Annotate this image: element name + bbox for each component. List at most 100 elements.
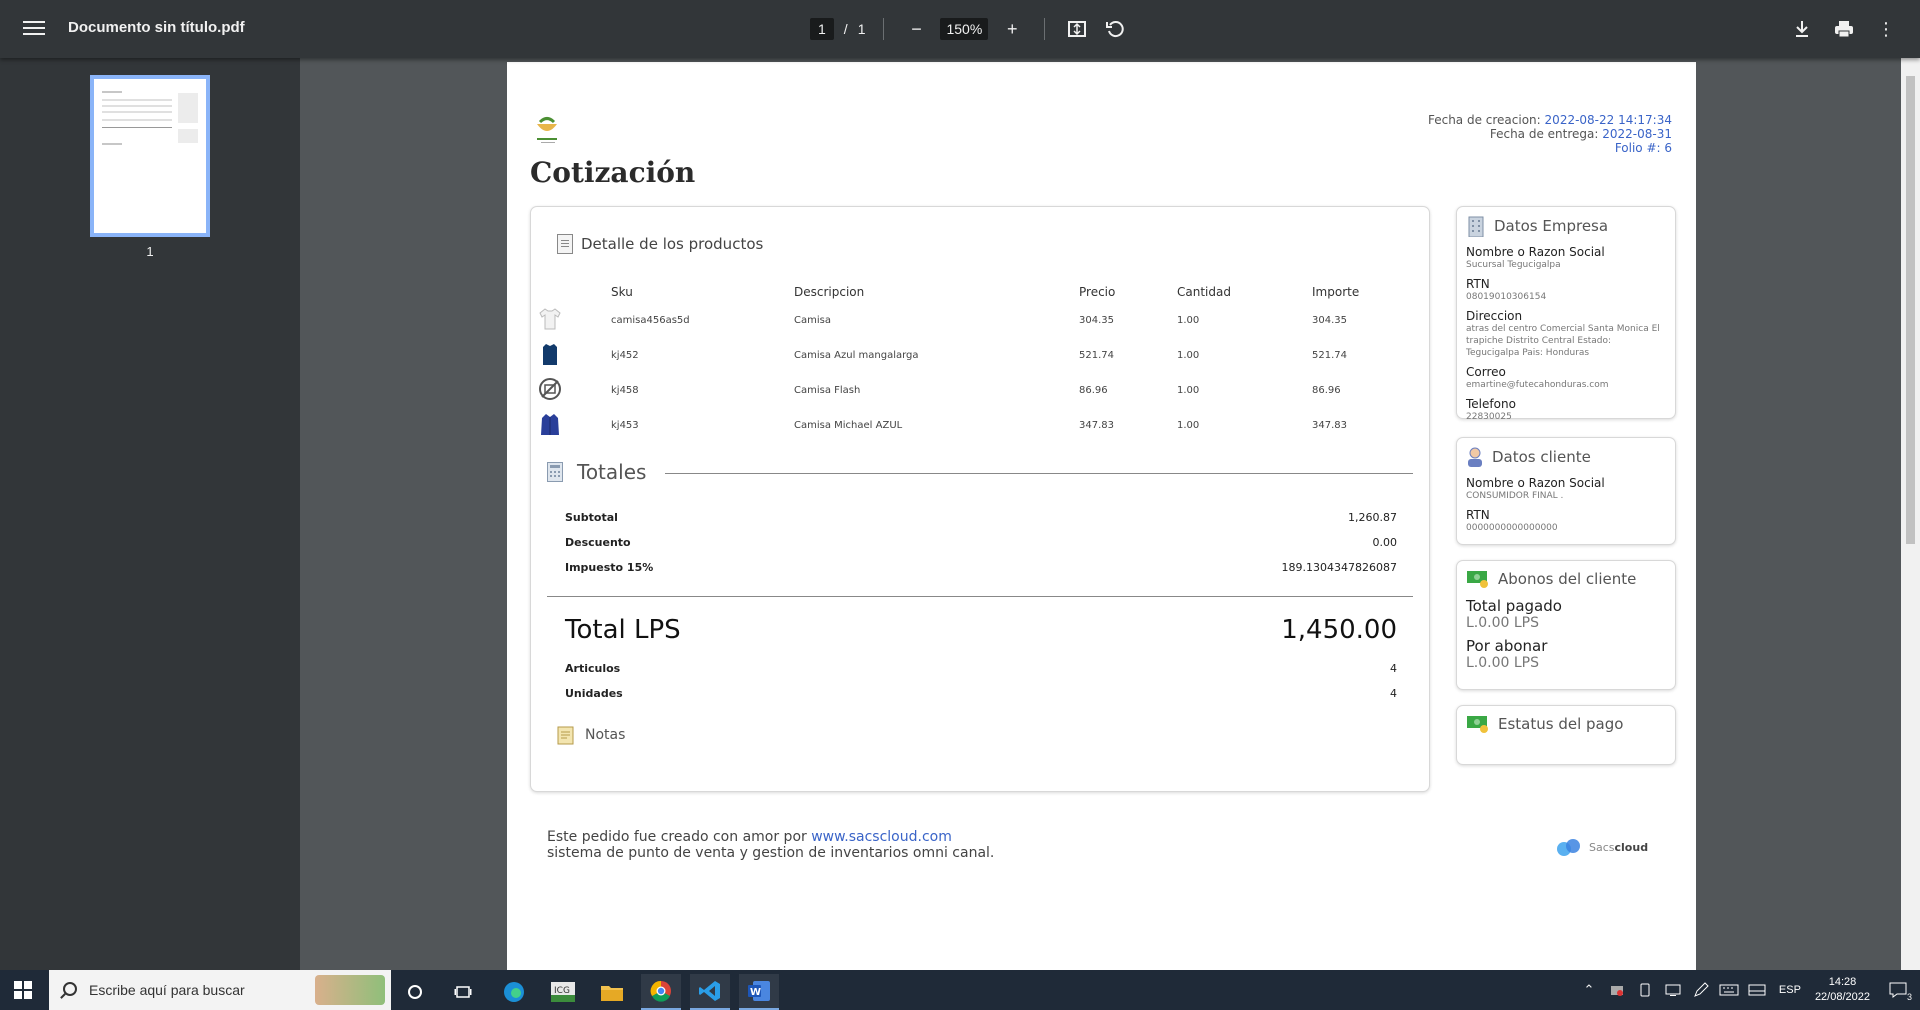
tax-value: 189.1304347826087: [1281, 561, 1397, 574]
building-icon: [1468, 216, 1484, 237]
fit-page-icon[interactable]: [1063, 16, 1091, 42]
totals-heading-text: Totales: [577, 460, 647, 484]
page-total: 1: [857, 21, 866, 37]
scrollbar-thumb[interactable]: [1906, 76, 1915, 544]
column-header: Descripcion: [794, 285, 865, 299]
clock[interactable]: 14:28 22/08/2022: [1815, 975, 1870, 1005]
toolbar-divider: [883, 18, 885, 40]
price-cell: 86.96: [1079, 385, 1108, 396]
cortana-icon[interactable]: [395, 974, 435, 1010]
money-icon: [1467, 716, 1488, 733]
company-email-label: Correo: [1466, 365, 1506, 379]
table-row: kj452 Camisa Azul mangalarga 521.74 1.00…: [531, 338, 1421, 373]
download-icon[interactable]: [1788, 16, 1816, 42]
language-indicator[interactable]: ESP: [1779, 984, 1801, 996]
thumbnail-sidebar: 1: [0, 58, 300, 970]
touch-keyboard-icon[interactable]: [1743, 977, 1771, 1003]
task-view-icon[interactable]: [443, 974, 483, 1010]
user-icon: [1468, 447, 1482, 467]
units-value: 4: [1390, 687, 1397, 700]
amount-cell: 304.35: [1312, 315, 1347, 326]
units-row: Unidades 4: [565, 687, 1397, 700]
price-cell: 347.83: [1079, 420, 1114, 431]
app-icon-icg[interactable]: ICG: [543, 974, 583, 1010]
footer-link[interactable]: www.sacscloud.com: [811, 829, 952, 845]
created-label: Fecha de creacion:: [1427, 113, 1541, 127]
page-thumbnail[interactable]: [90, 75, 210, 237]
windows-start-icon[interactable]: [14, 981, 32, 999]
device-icon[interactable]: [1631, 977, 1659, 1003]
no-image-icon: [539, 378, 561, 400]
company-logo: [537, 117, 557, 143]
brand-part-a: Sacs: [1589, 840, 1615, 854]
sku-cell: kj453: [611, 420, 639, 431]
company-phone: 22830025: [1466, 412, 1512, 422]
units-label: Unidades: [565, 687, 623, 700]
keyboard-icon[interactable]: [1715, 977, 1743, 1003]
document-title: Cotización: [530, 156, 696, 189]
notes-heading-text: Notas: [585, 727, 626, 743]
pending-label: Por abonar: [1466, 637, 1548, 655]
word-icon[interactable]: W: [739, 974, 779, 1010]
paid-label: Total pagado: [1466, 597, 1562, 615]
products-card: Detalle de los productos Sku Descripcion…: [530, 206, 1430, 792]
calculator-icon: [547, 462, 563, 482]
svg-text:W: W: [750, 987, 761, 998]
rotate-icon[interactable]: [1101, 16, 1129, 42]
toolbar-divider: [1044, 18, 1046, 40]
payments-heading: Abonos del cliente: [1466, 569, 1675, 589]
vertical-scrollbar[interactable]: [1901, 58, 1920, 970]
cloud-icon: [1557, 839, 1580, 856]
folio: Folio #: 6: [1614, 141, 1672, 155]
search-placeholder: Escribe aquí para buscar: [89, 982, 245, 998]
quantity-cell: 1.00: [1177, 385, 1200, 396]
svg-text:ICG: ICG: [554, 986, 570, 996]
totals-divider: [665, 473, 1413, 474]
shield-icon[interactable]: [1603, 977, 1631, 1003]
quantity-cell: 1.00: [1177, 350, 1200, 361]
subtotal-label: Subtotal: [565, 511, 618, 524]
notifications-icon[interactable]: 3: [1884, 977, 1912, 1003]
chevron-up-icon[interactable]: ⌃: [1575, 977, 1603, 1003]
company-card: Datos Empresa Nombre o Razon Social Sucu…: [1456, 206, 1676, 422]
display-icon[interactable]: [1659, 977, 1687, 1003]
toolbar-actions: ⋮: [1788, 16, 1900, 42]
sacscloud-logo: Sacscloud: [1555, 837, 1648, 857]
notepad-icon: [557, 726, 574, 745]
discount-value: 0.00: [1372, 536, 1398, 549]
taskbar-search[interactable]: Escribe aquí para buscar: [49, 970, 391, 1010]
pdf-toolbar: Documento sin título.pdf 1 / 1 − 150% + …: [0, 0, 1920, 58]
total-label: Total LPS: [565, 615, 681, 645]
zoom-input[interactable]: 150%: [940, 18, 989, 40]
file-explorer-icon[interactable]: [592, 974, 632, 1010]
client-name-label: Nombre o Razon Social: [1466, 476, 1605, 490]
subtotal-row: Subtotal 1,260.87: [565, 511, 1397, 524]
pen-icon[interactable]: [1687, 977, 1715, 1003]
print-icon[interactable]: [1830, 16, 1858, 42]
notes-heading: Notas: [557, 725, 625, 745]
edge-icon[interactable]: [494, 974, 534, 1010]
zoom-in-icon[interactable]: +: [998, 16, 1026, 42]
footer-text: Este pedido fue creado con amor por www.…: [547, 829, 994, 861]
page-input[interactable]: 1: [810, 18, 834, 40]
payments-card: Abonos del cliente Total pagado L.0.00 L…: [1456, 560, 1676, 690]
company-heading: Datos Empresa: [1466, 215, 1675, 237]
quantity-cell: 1.00: [1177, 315, 1200, 326]
column-header: Cantidad: [1177, 285, 1231, 299]
menu-icon[interactable]: [20, 17, 48, 41]
delivery-label: Fecha de entrega:: [1489, 127, 1599, 141]
more-options-icon[interactable]: ⋮: [1872, 16, 1900, 42]
vscode-icon[interactable]: [690, 974, 730, 1010]
total-row: Total LPS 1,450.00: [565, 615, 1397, 645]
chrome-icon[interactable]: [641, 974, 681, 1010]
client-heading-text: Datos cliente: [1492, 448, 1591, 466]
client-rtn: 0000000000000000: [1466, 523, 1558, 533]
zoom-out-icon[interactable]: −: [902, 16, 930, 42]
articles-row: Articulos 4: [565, 662, 1397, 675]
pdf-page: Cotización Fecha de creacion: 2022-08-22…: [507, 62, 1696, 980]
client-card: Datos cliente Nombre o Razon Social CONS…: [1456, 437, 1676, 545]
search-icon: [63, 982, 77, 996]
document-meta: Fecha de creacion: 2022-08-22 14:17:34 F…: [1428, 113, 1672, 155]
column-header: Importe: [1312, 285, 1360, 299]
taskbar: Escribe aquí para buscar ICG W ⌃ ESP 14:…: [0, 970, 1920, 1010]
